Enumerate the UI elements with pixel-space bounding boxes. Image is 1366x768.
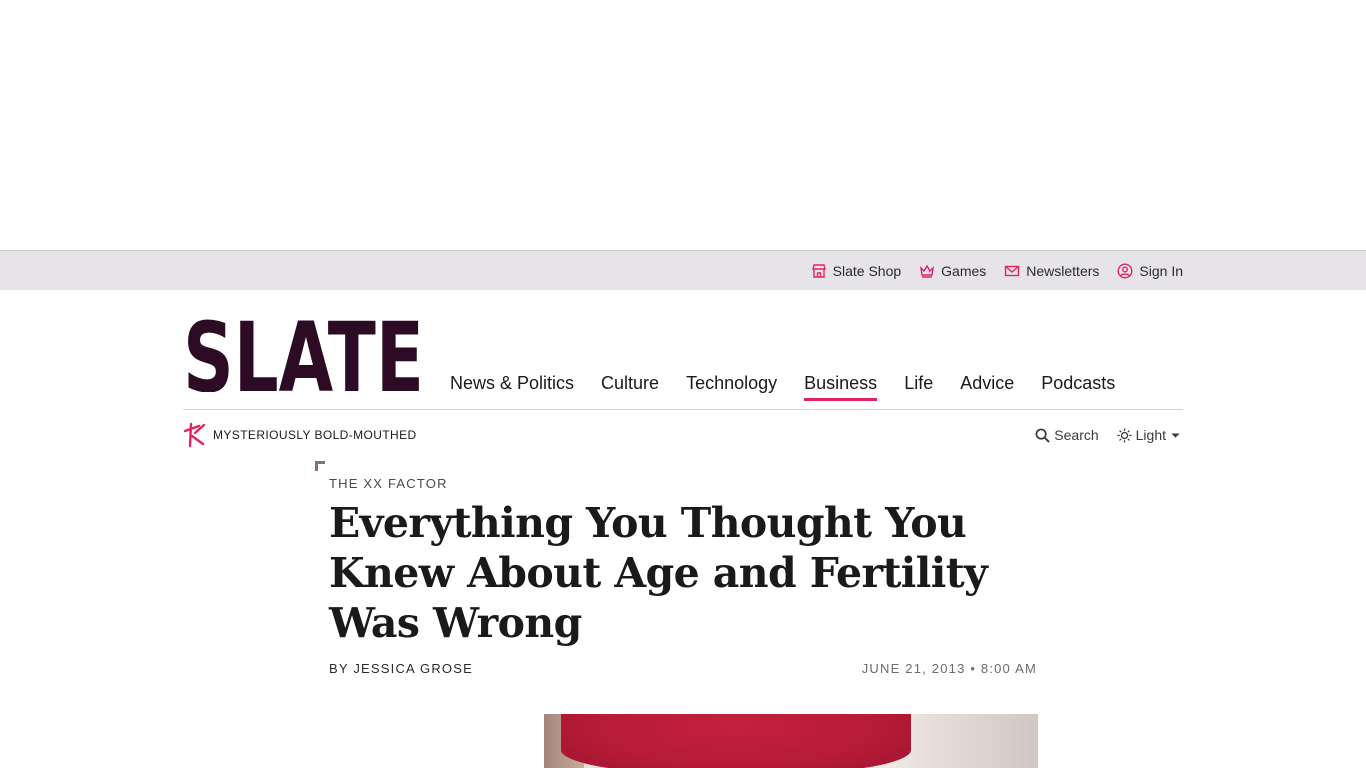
main-nav: News & Politics Culture Technology Busin… — [450, 370, 1142, 401]
envelope-icon — [1005, 265, 1020, 276]
ad-space — [0, 0, 1366, 250]
sign-in-link[interactable]: Sign In — [1117, 263, 1183, 279]
newsletters-link[interactable]: Newsletters — [1004, 263, 1099, 279]
newsletters-label: Newsletters — [1026, 262, 1100, 279]
games-label: Games — [941, 262, 987, 279]
sun-icon — [1117, 427, 1132, 443]
nav-advice[interactable]: Advice — [960, 370, 1014, 401]
search-icon — [1035, 428, 1051, 443]
nav-culture[interactable]: Culture — [601, 370, 659, 401]
hero-image-shirt — [561, 714, 911, 768]
sign-in-label: Sign In — [1139, 262, 1183, 279]
slate-mark-icon — [183, 422, 206, 448]
nav-business[interactable]: Business — [804, 370, 878, 401]
article-headline: Everything You Thought You Knew About Ag… — [329, 499, 988, 647]
nav-divider — [183, 409, 1183, 410]
chevron-down-icon — [1171, 432, 1180, 438]
theme-label: Light — [1135, 427, 1166, 443]
nav-podcasts[interactable]: Podcasts — [1041, 370, 1115, 401]
shop-icon — [811, 263, 826, 278]
hero-image — [329, 714, 1038, 768]
header-tools: Search Light — [1035, 427, 1181, 443]
byline: BY JESSICA GROSE — [329, 661, 473, 676]
byline-prefix: BY — [329, 661, 349, 676]
article-kicker[interactable]: THE XX FACTOR — [329, 476, 448, 491]
author-link[interactable]: JESSICA GROSE — [353, 661, 473, 676]
theme-toggle[interactable]: Light — [1117, 427, 1181, 443]
nav-technology[interactable]: Technology — [686, 370, 777, 401]
search-label: Search — [1054, 427, 1099, 443]
crown-icon — [920, 264, 935, 278]
dateline: JUNE 21, 2013 • 8:00 AM — [862, 661, 1037, 676]
slate-logo[interactable]: SLATE — [183, 319, 424, 392]
corner-mark — [315, 461, 325, 471]
utility-bar: Slate Shop Games Newsletters Sign In — [0, 250, 1366, 290]
logo-text: SLATE — [183, 319, 424, 392]
publish-time: 8:00 AM — [980, 661, 1037, 676]
slate-shop-link[interactable]: Slate Shop — [811, 262, 902, 279]
search-button[interactable]: Search — [1035, 427, 1099, 443]
nav-news-politics[interactable]: News & Politics — [450, 370, 574, 401]
tagline[interactable]: MYSTERIOUSLY BOLD-MOUTHED — [183, 422, 417, 448]
slate-shop-label: Slate Shop — [832, 262, 902, 279]
publish-date: JUNE 21, 2013 — [861, 661, 966, 676]
tagline-text: MYSTERIOUSLY BOLD-MOUTHED — [213, 428, 417, 442]
games-link[interactable]: Games — [919, 263, 986, 279]
date-separator: • — [970, 661, 981, 676]
nav-life[interactable]: Life — [904, 370, 933, 401]
utility-links: Slate Shop Games Newsletters Sign In — [811, 251, 1183, 290]
user-icon — [1117, 262, 1133, 279]
